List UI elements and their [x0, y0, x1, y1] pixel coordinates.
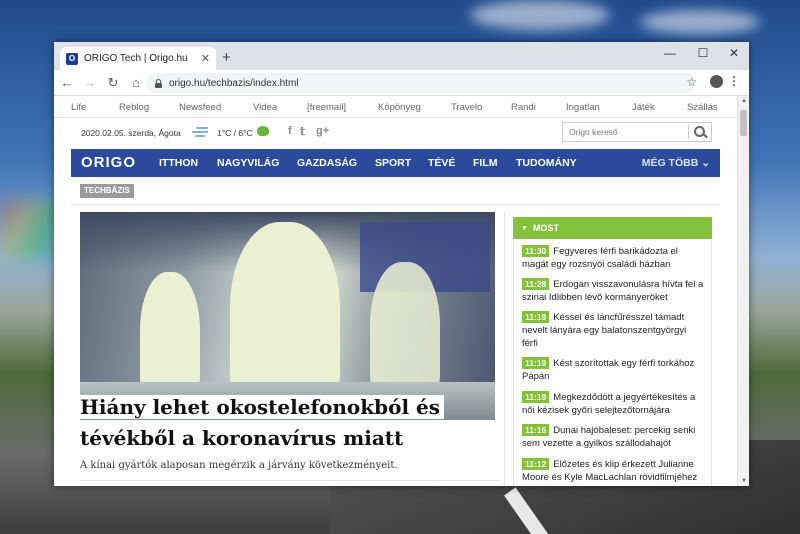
- nav-item-tudomany[interactable]: TUDOMÁNY: [516, 157, 577, 169]
- hero-worker-figure: [370, 262, 440, 402]
- portal-link[interactable]: Játék: [632, 102, 655, 113]
- news-time: 11:30: [522, 245, 550, 257]
- twitter-icon[interactable]: 𝕥: [300, 125, 305, 138]
- portal-links-bar: Life Reblog Newsfeed Videa [freemail] Kö…: [54, 96, 737, 118]
- article-headline[interactable]: Hiány lehet okostelefonokból és tévékből…: [80, 392, 500, 454]
- search-input[interactable]: Origo kereső: [562, 122, 712, 142]
- desktop-cloud: [640, 10, 760, 34]
- page-viewport: Life Reblog Newsfeed Videa [freemail] Kö…: [54, 96, 737, 486]
- back-arrow-icon[interactable]: ←: [57, 75, 77, 90]
- portal-link[interactable]: Newsfeed: [179, 102, 221, 113]
- news-item[interactable]: 11:12 Előzetes és klip érkezett Julianne …: [522, 458, 704, 484]
- nav-item-teve[interactable]: TÉVÉ: [428, 157, 455, 169]
- article-hero-image[interactable]: [80, 212, 495, 420]
- frog-weather-icon: [257, 126, 269, 136]
- article-lead: A kínai gyártók alaposan megérzik a járv…: [80, 460, 398, 471]
- column-divider: [504, 212, 505, 486]
- news-time: 11:19: [522, 311, 550, 323]
- search-placeholder: Origo kereső: [569, 127, 618, 137]
- reload-icon[interactable]: ↻: [103, 75, 123, 91]
- nav-more-dropdown[interactable]: MÉG TÖBB ⌄: [642, 157, 710, 169]
- address-url: origo.hu/techbazis/index.html: [169, 77, 299, 89]
- desktop-rainbow: [0, 200, 60, 260]
- news-item[interactable]: 11:28 Erdogan visszavonulásra hívta fel a…: [522, 278, 704, 304]
- caret-down-icon: ▼: [521, 224, 528, 232]
- nav-item-itthon[interactable]: ITTHON: [159, 157, 198, 169]
- main-navigation: ORIGO ITTHON NAGYVILÁG GAZDASÁG SPORT TÉ…: [71, 149, 720, 177]
- portal-link[interactable]: Randi: [511, 102, 536, 113]
- bookmark-star-icon[interactable]: ☆: [686, 75, 697, 89]
- news-item[interactable]: 11:16 Dunai hajóbaleset: percekig senki s…: [522, 424, 704, 450]
- news-item[interactable]: 11:19 Késsel és láncfűrésszel támadt neve…: [522, 311, 704, 350]
- browser-window: O ORIGO Tech | Origo.hu ✕ + — ☐ ✕ ← → ↻ …: [54, 42, 749, 486]
- browser-tab[interactable]: O ORIGO Tech | Origo.hu ✕: [60, 47, 216, 70]
- browser-toolbar: ← → ↻ ⌂ origo.hu/techbazis/index.html ☆ …: [54, 70, 749, 96]
- tab-title: ORIGO Tech | Origo.hu: [84, 53, 188, 64]
- portal-link[interactable]: Reblog: [119, 102, 149, 113]
- news-item[interactable]: 11:30 Fegyveres férfi barikádozta el magá…: [522, 245, 704, 271]
- address-bar[interactable]: origo.hu/techbazis/index.html: [146, 73, 696, 93]
- nav-item-sport[interactable]: SPORT: [375, 157, 411, 169]
- news-time: 11:19: [522, 357, 550, 369]
- browser-titlebar: O ORIGO Tech | Origo.hu ✕ + — ☐ ✕: [54, 42, 749, 70]
- desktop-cloud: [470, 0, 610, 30]
- new-tab-button[interactable]: +: [222, 49, 231, 66]
- google-plus-icon[interactable]: g+: [316, 125, 329, 137]
- nav-item-nagyvilag[interactable]: NAGYVILÁG: [217, 157, 279, 169]
- section-tag[interactable]: TECHBÁZIS: [80, 184, 134, 198]
- news-item[interactable]: 11:19 Megkezdődött a jegyértékesítés a nő…: [522, 391, 704, 417]
- news-time: 11:16: [522, 424, 550, 436]
- portal-link[interactable]: Life: [71, 102, 86, 113]
- most-title: MOST: [532, 223, 559, 233]
- news-time: 11:19: [522, 391, 550, 403]
- minimize-button[interactable]: —: [656, 46, 684, 60]
- portal-link[interactable]: Videa: [253, 102, 277, 113]
- portal-link[interactable]: Szállás: [687, 102, 718, 113]
- most-header[interactable]: ▼ MOST: [513, 217, 712, 239]
- scroll-up-icon[interactable]: ▲: [741, 98, 747, 104]
- origo-logo[interactable]: ORIGO: [81, 154, 136, 171]
- maximize-button[interactable]: ☐: [689, 46, 717, 60]
- news-time: 11:28: [522, 278, 550, 290]
- temperature: 1°C / 6°C: [217, 128, 253, 138]
- profile-avatar-icon[interactable]: [710, 75, 723, 88]
- scroll-down-icon[interactable]: ▼: [741, 478, 747, 484]
- home-icon[interactable]: ⌂: [126, 75, 146, 90]
- nav-item-gazdasag[interactable]: GAZDASÁG: [297, 157, 357, 169]
- info-bar: 2020.02.05. szerda, Ágota 1°C / 6°C f 𝕥 …: [71, 118, 720, 148]
- divider: [80, 480, 500, 481]
- weather-wind-icon: [192, 124, 210, 140]
- page-scrollbar[interactable]: ▲ ▼: [737, 96, 749, 486]
- portal-link[interactable]: [freemail]: [307, 102, 346, 113]
- search-icon[interactable]: [694, 126, 705, 137]
- date-nameday: 2020.02.05. szerda, Ágota: [81, 128, 181, 138]
- origo-favicon-icon: O: [66, 52, 78, 65]
- divider: [71, 204, 720, 205]
- facebook-icon[interactable]: f: [288, 125, 292, 137]
- lock-icon: [154, 78, 163, 88]
- forward-arrow-icon[interactable]: →: [80, 75, 100, 90]
- nav-item-film[interactable]: FILM: [473, 157, 498, 169]
- close-window-button[interactable]: ✕: [720, 46, 748, 60]
- search-divider: [688, 125, 689, 139]
- most-news-list: 11:30 Fegyveres férfi barikádozta el magá…: [513, 239, 712, 486]
- news-time: 11:12: [522, 458, 550, 470]
- portal-link[interactable]: Köpönyeg: [378, 102, 421, 113]
- scroll-thumb[interactable]: [740, 110, 747, 136]
- headline-line: Hiány lehet okostelefonokból és: [80, 395, 444, 419]
- portal-link[interactable]: Ingatlan: [566, 102, 600, 113]
- news-item[interactable]: 11:19 Kést szorítottak egy férfi torkához…: [522, 357, 704, 383]
- headline-line: tévékből a koronavírus miatt: [80, 426, 408, 450]
- portal-link[interactable]: Travelo: [451, 102, 482, 113]
- browser-menu-icon[interactable]: ⋮: [728, 74, 740, 88]
- tab-close-icon[interactable]: ✕: [201, 52, 210, 65]
- most-news-box: ▼ MOST 11:30 Fegyveres férfi barikádozta …: [513, 217, 712, 486]
